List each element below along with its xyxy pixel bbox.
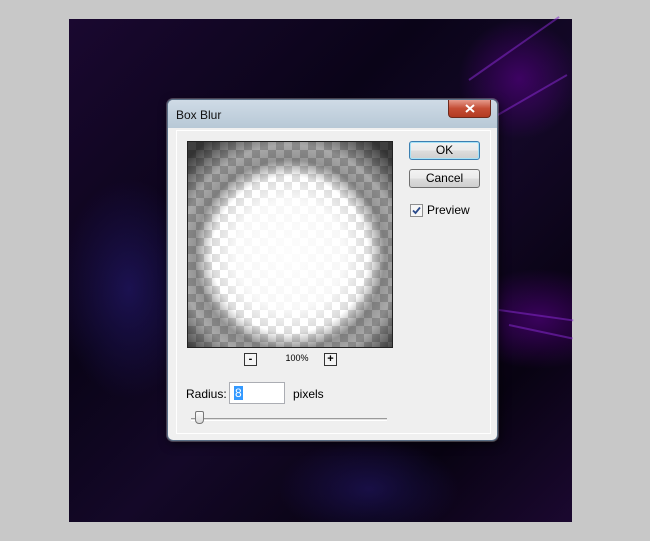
preview-checkbox[interactable] xyxy=(410,204,423,217)
checkmark-icon xyxy=(412,206,421,215)
light-streak xyxy=(498,309,574,322)
zoom-level: 100% xyxy=(285,353,309,363)
radius-input[interactable]: 8 xyxy=(229,382,285,404)
title-bar[interactable]: Box Blur xyxy=(168,100,497,128)
radius-label: Radius: xyxy=(186,387,227,401)
ok-button[interactable]: OK xyxy=(409,141,480,160)
zoom-out-label: - xyxy=(248,353,253,365)
preview-image xyxy=(188,142,392,347)
radius-slider-track[interactable] xyxy=(191,418,387,421)
light-streak xyxy=(488,74,568,121)
cancel-button[interactable]: Cancel xyxy=(409,169,480,188)
zoom-in-label: + xyxy=(327,353,334,365)
light-streak xyxy=(508,324,573,340)
radius-value: 8 xyxy=(234,386,243,400)
dialog-title: Box Blur xyxy=(176,108,222,122)
close-icon xyxy=(464,104,475,113)
zoom-out-button[interactable]: - xyxy=(244,353,257,366)
radius-slider-thumb[interactable] xyxy=(195,411,204,424)
filter-preview[interactable] xyxy=(187,141,393,348)
close-button[interactable] xyxy=(448,100,491,118)
units-label: pixels xyxy=(293,387,324,401)
dialog-body: - 100% + OK Cancel Preview Radius: 8 pix… xyxy=(176,130,491,434)
preview-label[interactable]: Preview xyxy=(427,203,470,217)
light-streak xyxy=(468,16,560,81)
box-blur-dialog: Box Blur - 100% + OK Cancel Preview Radi… xyxy=(167,99,498,441)
zoom-in-button[interactable]: + xyxy=(324,353,337,366)
